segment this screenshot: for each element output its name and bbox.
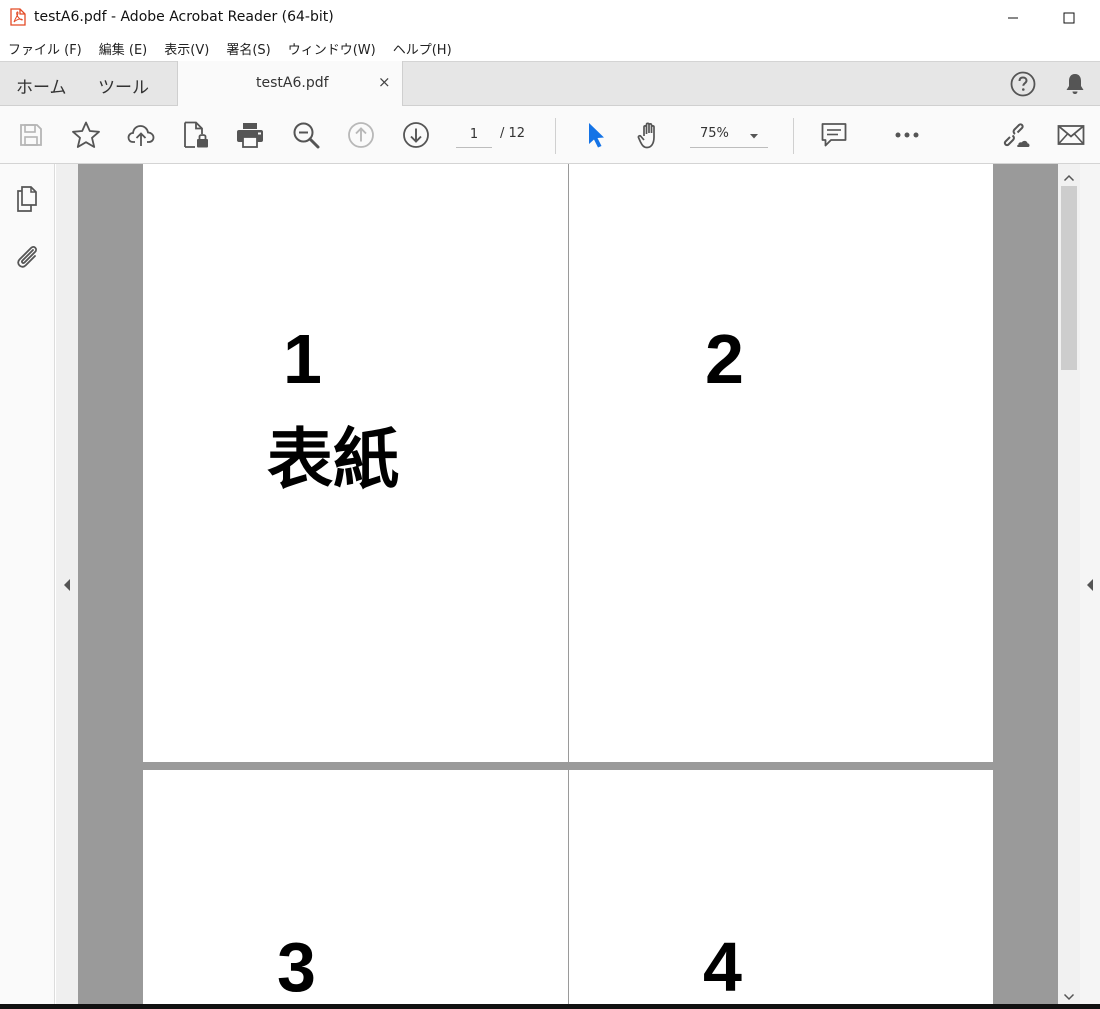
cloud-upload-icon[interactable] [126, 120, 156, 150]
caret-down-icon [748, 127, 760, 146]
acrobat-pdf-icon [10, 8, 26, 26]
comment-icon[interactable] [819, 120, 849, 150]
save-icon[interactable] [16, 120, 46, 150]
left-panel-toggle[interactable] [56, 164, 78, 1009]
menu-file[interactable]: ファイル (F) [8, 39, 82, 58]
menu-help[interactable]: ヘルプ(H) [393, 39, 452, 58]
page-number-input[interactable] [456, 122, 492, 148]
left-navigation-panel [0, 164, 55, 1009]
pdf-page-2: 2 [569, 164, 993, 762]
tab-document[interactable]: testA6.pdf × [177, 61, 403, 107]
next-page-icon[interactable] [401, 120, 431, 150]
page-number-text: 4 [703, 928, 742, 1006]
protect-file-icon[interactable] [181, 120, 211, 150]
menu-window[interactable]: ウィンドウ(W) [288, 39, 376, 58]
select-cursor-icon[interactable] [581, 120, 611, 150]
tab-home[interactable]: ホーム [16, 73, 67, 98]
tab-bar: ホーム ツール testA6.pdf × [0, 61, 1100, 107]
scrollbar-thumb[interactable] [1061, 186, 1077, 370]
help-icon[interactable] [1010, 71, 1036, 97]
collapse-left-arrow-icon [63, 577, 71, 596]
collapse-right-arrow-icon [1086, 577, 1094, 596]
page-number-text: 3 [277, 928, 316, 1006]
share-link-icon[interactable] [1000, 120, 1030, 150]
vertical-scrollbar[interactable] [1058, 164, 1080, 1009]
bookmark-star-icon[interactable] [71, 120, 101, 150]
close-tab-button[interactable]: × [378, 73, 391, 91]
pdf-page-3: 3 [143, 770, 568, 1009]
title-bar: testA6.pdf - Adobe Acrobat Reader (64-bi… [0, 0, 1100, 36]
zoom-value: 75% [700, 126, 729, 141]
pdf-page-1: 1 表紙 [143, 164, 568, 762]
attachment-paperclip-icon[interactable] [12, 241, 42, 271]
page-thumbnails-icon[interactable] [12, 184, 42, 214]
toolbar-divider [555, 118, 556, 154]
menu-view[interactable]: 表示(V) [164, 39, 209, 58]
minimize-button[interactable] [990, 0, 1036, 36]
notification-bell-icon[interactable] [1062, 71, 1088, 97]
previous-page-icon[interactable] [346, 120, 376, 150]
scroll-up-arrow-icon[interactable] [1063, 168, 1075, 187]
main-toolbar: / 12 75% [0, 106, 1100, 164]
right-panel-toggle[interactable] [1080, 164, 1100, 1009]
zoom-search-icon[interactable] [291, 120, 321, 150]
zoom-dropdown[interactable]: 75% [690, 122, 768, 148]
document-viewport[interactable]: 1 表紙 2 3 4 [78, 164, 1058, 1009]
hand-tool-icon[interactable] [635, 120, 665, 150]
tab-tools[interactable]: ツール [98, 73, 149, 98]
cover-label: 表紙 [267, 421, 399, 498]
menu-sign[interactable]: 署名(S) [226, 39, 270, 58]
page-number-text: 2 [705, 320, 744, 398]
more-icon[interactable] [892, 120, 922, 150]
menu-edit[interactable]: 編集 (E) [99, 39, 148, 58]
page-count: / 12 [500, 126, 526, 141]
email-icon[interactable] [1056, 120, 1086, 150]
page-number-text: 1 [283, 320, 322, 398]
bottom-edge [0, 1004, 1100, 1009]
pdf-page-4: 4 [569, 770, 993, 1009]
menu-bar: ファイル (F) 編集 (E) 表示(V) 署名(S) ウィンドウ(W) ヘルプ… [0, 36, 1100, 61]
toolbar-divider [793, 118, 794, 154]
window-title: testA6.pdf - Adobe Acrobat Reader (64-bi… [34, 9, 334, 25]
document-tab-label: testA6.pdf [256, 75, 329, 91]
print-icon[interactable] [235, 120, 265, 150]
maximize-button[interactable] [1046, 0, 1092, 36]
